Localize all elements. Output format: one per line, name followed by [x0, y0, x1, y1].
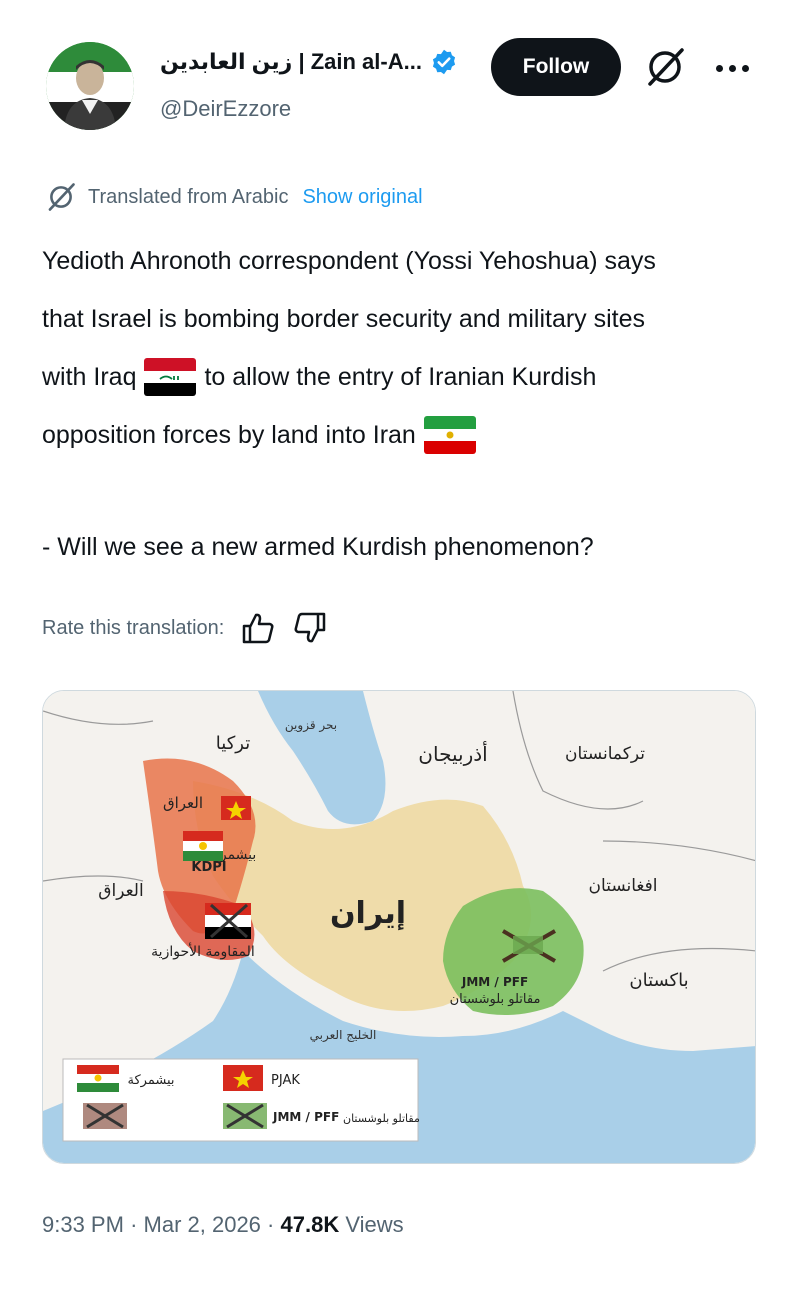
label-jmm: JMM / PFF	[461, 975, 528, 989]
label-gulf: الخليج العربي	[310, 1028, 377, 1043]
name-row: زين العابدين | Zain al-A...	[160, 48, 458, 76]
post-line: with Iraq to allow the entry of Iranian …	[42, 348, 762, 406]
avatar[interactable]	[46, 42, 134, 130]
legend-jmm-pff: JMM / PFF	[272, 1110, 339, 1124]
thumbs-up-icon[interactable]	[240, 610, 276, 646]
post-text: Yedioth Ahronoth correspondent (Yossi Ye…	[42, 232, 762, 464]
post-header: زين العابدين | Zain al-A... @DeirEzzore …	[0, 0, 800, 150]
label-kdpi: KDPI	[191, 860, 226, 875]
label-iraq: العراق	[98, 881, 143, 901]
legend-baloch: مقاتلو بلوشستان	[343, 1112, 420, 1125]
post-line: Yedioth Ahronoth correspondent (Yossi Ye…	[42, 247, 656, 275]
map-legend: بيشمركة PJAK JMM / PFF مقاتلو بلوشستان	[62, 1058, 420, 1142]
user-handle[interactable]: @DeirEzzore	[160, 96, 291, 122]
post-question: - Will we see a new armed Kurdish phenom…	[42, 533, 594, 561]
grok-icon[interactable]	[642, 44, 688, 90]
grok-small-icon	[48, 183, 75, 211]
post-line: opposition forces by land into Iran	[42, 406, 762, 464]
label-afghanistan: افغانستان	[589, 876, 658, 896]
translated-label: Translated from Arabic	[88, 185, 289, 208]
post-date[interactable]: Mar 2, 2026	[144, 1212, 261, 1237]
separator: ·	[267, 1212, 275, 1237]
label-iraq-region: العراق	[163, 794, 203, 812]
ahwaz-flag-icon	[205, 903, 251, 939]
post-metadata: 9:33 PM · Mar 2, 2026 · 47.8K Views	[42, 1212, 404, 1238]
rate-translation: Rate this translation:	[42, 610, 328, 646]
post-line-segment: to allow the entry of Iranian Kurdish	[204, 363, 597, 391]
post-line-segment: with Iraq	[42, 363, 137, 391]
thumbs-down-icon[interactable]	[292, 610, 328, 646]
label-pakistan: باكستان	[629, 970, 688, 991]
iraq-flag-icon	[144, 358, 197, 396]
post-time[interactable]: 9:33 PM	[42, 1212, 124, 1237]
pjak-flag-icon	[221, 796, 251, 820]
map-image[interactable]: تركيا بحر قزوين أذربيجان تركمانستان افغا…	[42, 690, 756, 1164]
label-iran: إيران	[330, 896, 406, 931]
label-ahwaz: المقاومة الأحوازية	[151, 942, 255, 960]
post-line-segment: opposition forces by land into Iran	[42, 421, 416, 449]
kurdistan-flag-icon	[183, 831, 223, 861]
verified-badge-icon	[432, 49, 456, 75]
label-baloch: مقاتلو بلوشستان	[450, 992, 541, 1007]
more-options-icon[interactable]	[710, 56, 754, 80]
translation-notice: Translated from Arabic Show original	[44, 180, 423, 214]
display-name[interactable]: زين العابدين | Zain al-A...	[160, 49, 422, 75]
legend-rifles-icon	[223, 1103, 267, 1129]
legend-pjak: PJAK	[271, 1073, 300, 1088]
views-label: Views	[345, 1212, 404, 1237]
iran-flag-icon	[423, 416, 476, 454]
label-azerbaijan: أذربيجان	[418, 741, 487, 766]
legend-peshmerga: بيشمركة	[128, 1073, 175, 1088]
label-turkey: تركيا	[216, 733, 250, 754]
legend-pjak-flag-icon	[223, 1065, 263, 1091]
show-original-link[interactable]: Show original	[302, 186, 422, 209]
post-line: that Israel is bombing border security a…	[42, 305, 646, 333]
label-caspian: بحر قزوين	[285, 718, 337, 733]
views-count: 47.8K	[280, 1212, 340, 1237]
separator: ·	[130, 1212, 138, 1237]
legend-kurdistan-flag-icon	[77, 1065, 119, 1092]
label-turkmenistan: تركمانستان	[565, 744, 645, 764]
follow-button[interactable]: Follow	[491, 38, 621, 96]
rate-label: Rate this translation:	[42, 616, 225, 639]
legend-ahwaz-icon	[83, 1103, 127, 1129]
